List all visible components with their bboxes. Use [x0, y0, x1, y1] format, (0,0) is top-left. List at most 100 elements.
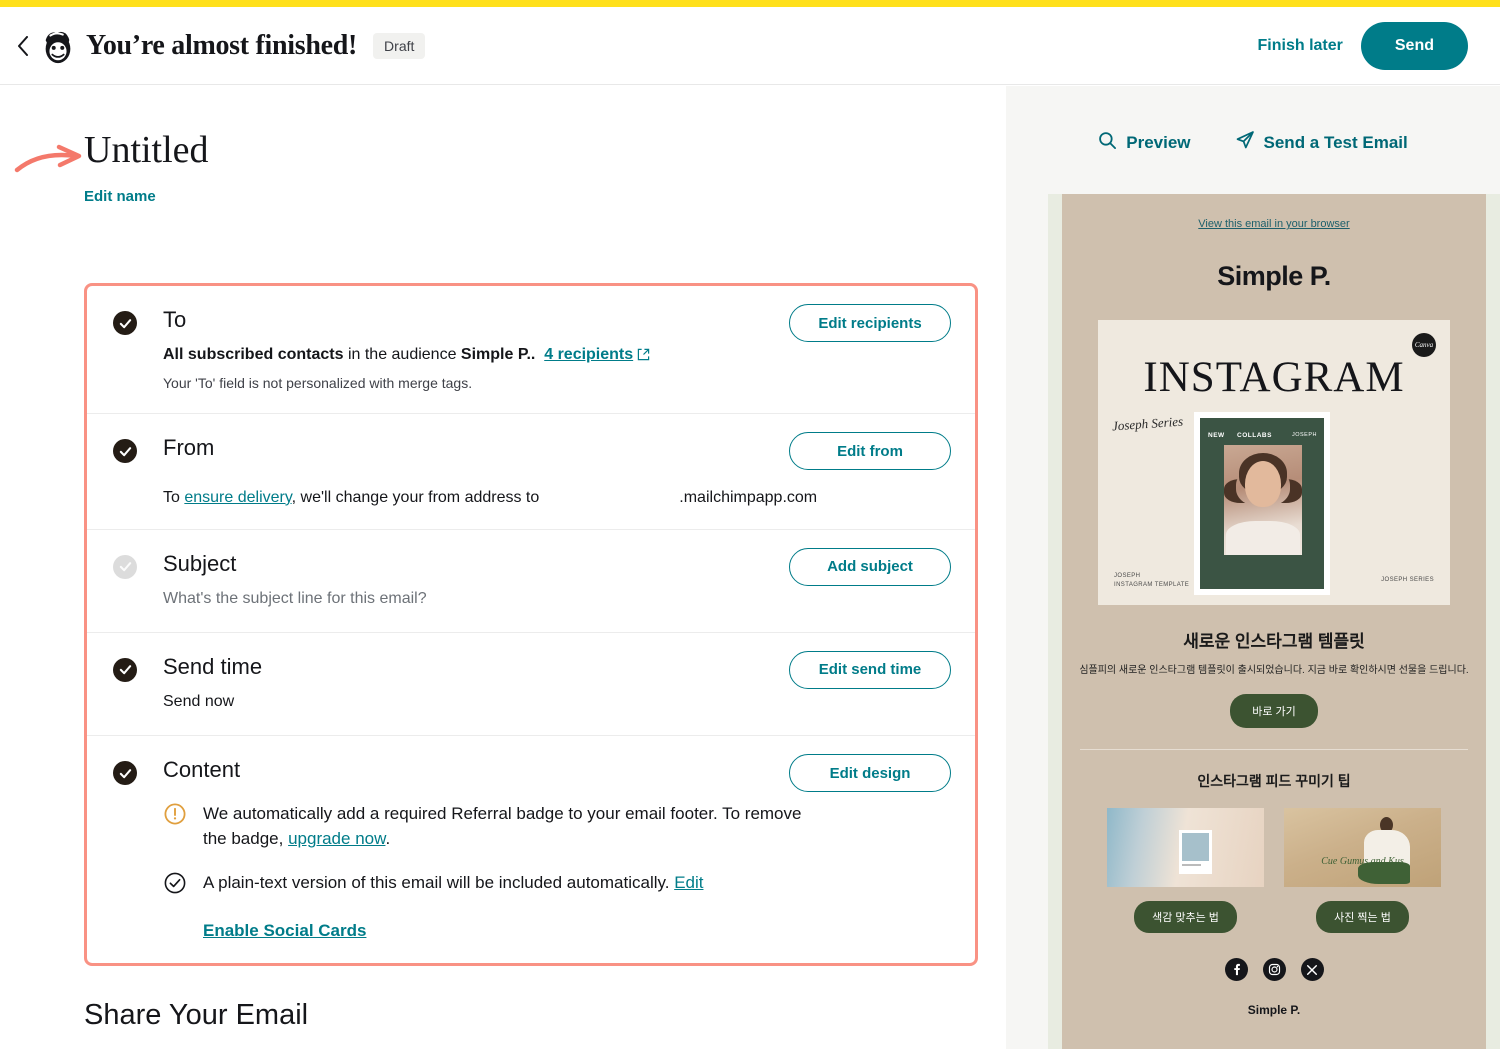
- hero-credit-line2: INSTAGRAM TEMPLATE: [1114, 582, 1190, 589]
- recipients-segment: All subscribed contacts: [163, 346, 344, 364]
- instagram-icon[interactable]: [1262, 958, 1286, 981]
- portrait-torso: [1226, 521, 1300, 555]
- edit-recipients-button[interactable]: Edit recipients: [789, 304, 951, 342]
- poster-portrait-photo: [1224, 445, 1302, 555]
- email-preview-pane: Preview Send a Test Email View this emai…: [1006, 86, 1500, 1049]
- tips-heading: 인스타그램 피드 꾸미기 팁: [1197, 773, 1351, 789]
- alert-circle-icon: [163, 802, 187, 826]
- enable-social-cards-link[interactable]: Enable Social Cards: [203, 921, 366, 941]
- share-your-email-heading: Share Your Email: [84, 999, 309, 1031]
- from-address-note: To ensure delivery, we'll change your fr…: [163, 489, 949, 507]
- preview-toolbar: Preview Send a Test Email: [1006, 130, 1500, 155]
- referral-text-b: .: [385, 829, 391, 848]
- campaign-title: Untitled: [84, 129, 209, 171]
- poster-mockup: NEW COLLABS JOSEPH: [1194, 412, 1330, 595]
- send-test-email-label: Send a Test Email: [1263, 132, 1408, 152]
- edit-name-link[interactable]: Edit name: [84, 188, 156, 205]
- poster-footer-text: [1317, 563, 1318, 579]
- email-divider: [1080, 749, 1468, 750]
- poster-label-joseph: JOSEPH: [1291, 432, 1317, 438]
- email-footer-brand: Simple P.: [1247, 1003, 1301, 1017]
- referral-badge-notice: We automatically add a required Referral…: [163, 801, 949, 852]
- check-complete-icon: [113, 439, 137, 464]
- checklist-row-from: Edit from From To ensure delivery, we'll…: [87, 414, 975, 530]
- email-brand-title: Simple P.: [1217, 261, 1331, 291]
- annotation-arrow-icon: [14, 141, 88, 177]
- poster-inner: NEW COLLABS JOSEPH: [1200, 418, 1324, 589]
- x-twitter-icon[interactable]: [1300, 958, 1324, 981]
- poster-label-new: NEW: [1208, 432, 1225, 439]
- tip-image-color: [1107, 808, 1264, 887]
- from-domain: .mailchimpapp.com: [679, 488, 818, 506]
- email-content: View this email in your browser Simple P…: [1062, 194, 1486, 1049]
- hero-credit-line1: JOSEPH: [1114, 572, 1141, 579]
- tip-image-photo: Cue Gumus and Kus: [1284, 808, 1441, 887]
- facebook-icon[interactable]: [1224, 958, 1248, 981]
- view-in-browser-link[interactable]: View this email in your browser: [1062, 194, 1486, 230]
- referral-badge-text: We automatically add a required Referral…: [203, 801, 803, 852]
- finish-later-button[interactable]: Finish later: [1258, 37, 1343, 55]
- recipients-mid: in the audience: [343, 346, 461, 364]
- portrait-hair-sides: [1236, 467, 1290, 507]
- mailchimp-freddie-logo: [38, 26, 78, 66]
- content-notices: We automatically add a required Referral…: [163, 801, 949, 942]
- brand-accent-bar: [0, 0, 1500, 7]
- edit-plaintext-link[interactable]: Edit: [674, 873, 703, 892]
- search-icon: [1098, 131, 1117, 155]
- edit-send-time-button[interactable]: Edit send time: [789, 650, 951, 689]
- email-cta-button[interactable]: 바로 가기: [1230, 694, 1318, 728]
- audience-name: Simple P..: [460, 346, 536, 364]
- hero-credit-right: JOSEPH SERIES: [1381, 577, 1434, 583]
- tip-card: 색감 맞추는 법: [1107, 808, 1264, 933]
- social-links: [1062, 958, 1486, 981]
- plaintext-notice: A plain-text version of this email will …: [163, 870, 949, 896]
- checklist-row-to: Edit recipients To All subscribed contac…: [87, 286, 975, 415]
- color-swatch-card: [1179, 830, 1212, 874]
- send-time-value: Send now: [163, 693, 235, 711]
- send-button[interactable]: Send: [1360, 21, 1468, 70]
- header-actions: Finish later Send: [1258, 21, 1500, 70]
- app-header: You’re almost finished! Draft Finish lat…: [0, 7, 1500, 85]
- mailchimp-campaign-review-page: You’re almost finished! Draft Finish lat…: [0, 0, 1500, 1049]
- poster-label-collabs: COLLABS: [1237, 432, 1272, 439]
- tip-image-caption: Cue Gumus and Kus: [1321, 856, 1404, 867]
- tip-card: Cue Gumus and Kus 사진 찍는 법: [1284, 808, 1441, 933]
- plaintext-sentence: A plain-text version of this email will …: [203, 872, 675, 892]
- campaign-name-block: Untitled Edit name: [14, 129, 209, 206]
- upgrade-now-link[interactable]: upgrade now: [288, 829, 385, 848]
- add-subject-button[interactable]: Add subject: [789, 547, 951, 586]
- canva-badge-icon: Canva: [1412, 333, 1436, 357]
- subject-placeholder: What's the subject line for this email?: [163, 589, 427, 607]
- campaign-checklist: Edit recipients To All subscribed contac…: [84, 283, 978, 966]
- send-test-email-button[interactable]: Send a Test Email: [1235, 130, 1408, 155]
- check-complete-icon: [113, 761, 137, 786]
- check-complete-icon: [113, 657, 137, 682]
- hero-credit-left: JOSEPH INSTAGRAM TEMPLATE: [1114, 572, 1189, 591]
- tip-button-photo[interactable]: 사진 찍는 법: [1316, 901, 1409, 933]
- hero-image: Canva INSTAGRAM Joseph Series NEW COLLAB…: [1098, 320, 1450, 605]
- hero-wordmark: INSTAGRAM: [1143, 354, 1405, 401]
- status-badge: Draft: [373, 32, 426, 59]
- back-button[interactable]: [10, 26, 36, 66]
- poster-side-text: [1207, 566, 1208, 577]
- page-title: You’re almost finished!: [86, 29, 358, 61]
- email-preview-frame: View this email in your browser Simple P…: [1048, 194, 1500, 1049]
- checklist-row-send-time: Edit send time Send time Send now: [87, 633, 975, 737]
- page-body: Untitled Edit name Edit recipients To Al…: [0, 86, 1500, 1049]
- merge-tag-note: Your 'To' field is not personalized with…: [163, 375, 473, 392]
- email-subline: 심플피의 새로운 인스타그램 템플릿이 출시되었습니다. 지금 바로 확인하시면…: [1079, 665, 1469, 676]
- ensure-delivery-link[interactable]: ensure delivery: [184, 489, 291, 506]
- chevron-left-icon: [17, 35, 29, 56]
- preview-button[interactable]: Preview: [1098, 131, 1191, 155]
- tip-button-color[interactable]: 색감 맞추는 법: [1134, 901, 1237, 933]
- checklist-row-subject: Add subject Subject What's the subject l…: [87, 530, 975, 633]
- external-link-icon: [637, 345, 650, 368]
- check-circle-icon: [163, 871, 187, 895]
- recipients-count-link[interactable]: 4 recipients: [544, 346, 633, 363]
- edit-from-button[interactable]: Edit from: [789, 432, 951, 471]
- tips-grid: 색감 맞추는 법 Cue Gumus and Kus 사진 찍는 법: [1062, 808, 1486, 933]
- hero-script-label: Joseph Series: [1111, 413, 1184, 434]
- plaintext-text: A plain-text version of this email will …: [203, 870, 703, 896]
- recipients-summary: All subscribed contacts in the audience …: [163, 343, 949, 368]
- edit-design-button[interactable]: Edit design: [789, 754, 951, 793]
